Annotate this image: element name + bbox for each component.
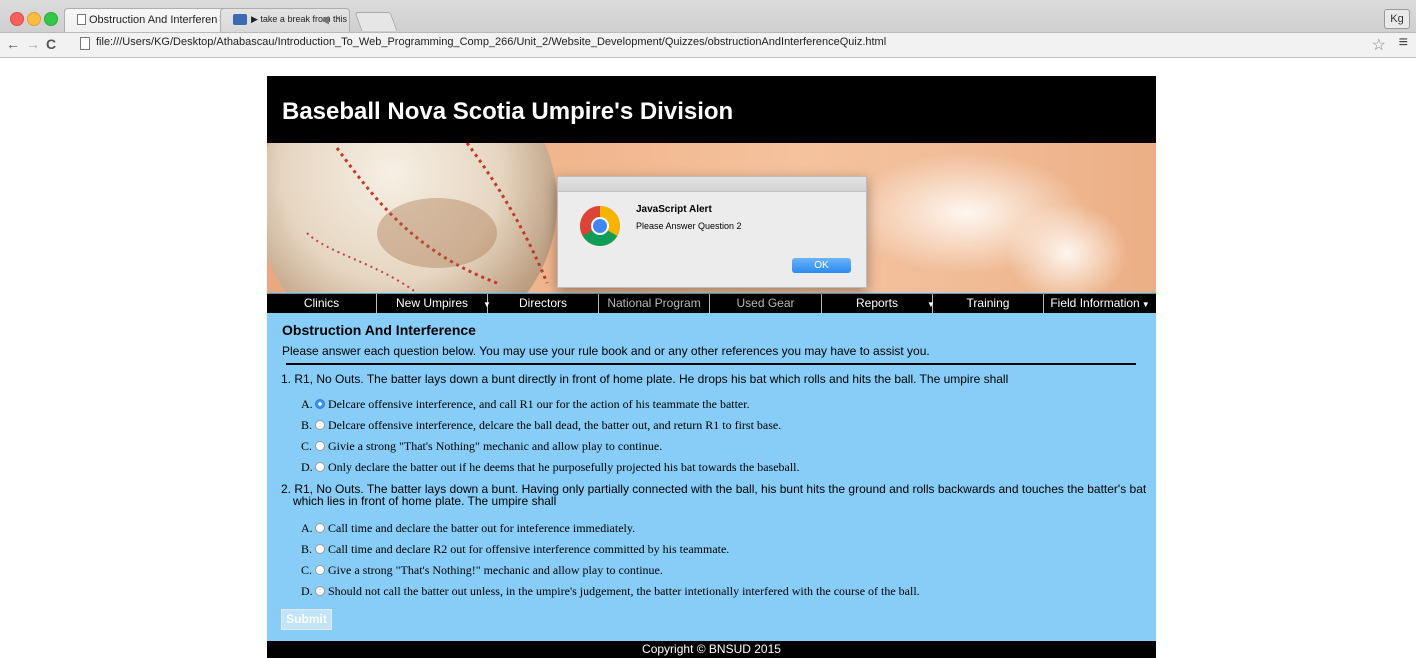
- site-title: Baseball Nova Scotia Umpire's Division: [282, 98, 734, 125]
- nav-new-umpires[interactable]: New Umpires ▼: [377, 294, 491, 313]
- option-letter: A.: [301, 397, 313, 411]
- nav-reports[interactable]: Reports ▼: [822, 294, 935, 313]
- nav-used-gear[interactable]: Used Gear: [710, 294, 822, 313]
- tab-obstruction-quiz[interactable]: Obstruction And Interferen ×: [64, 8, 234, 32]
- question-2-option-d[interactable]: D. Should not call the batter out unless,…: [301, 584, 920, 599]
- page-icon: [80, 37, 90, 50]
- nav-label: Used Gear: [736, 296, 795, 310]
- question-2-option-a[interactable]: A. Call time and declare the batter out f…: [301, 521, 635, 536]
- caret-down-icon: ▼: [1141, 300, 1150, 309]
- question-1-option-c[interactable]: C. Givie a strong "That's Nothing" mechan…: [301, 439, 662, 454]
- nav-national-program[interactable]: National Program: [599, 294, 710, 313]
- video-favicon-icon: [233, 14, 247, 25]
- option-letter: A.: [301, 521, 313, 535]
- ok-button[interactable]: OK: [792, 258, 851, 273]
- question-1-text: 1. R1, No Outs. The batter lays down a b…: [281, 372, 1009, 386]
- bookmark-star-icon[interactable]: ☆: [1372, 35, 1386, 55]
- radio-button[interactable]: [315, 420, 325, 430]
- reload-icon[interactable]: C: [46, 36, 56, 52]
- quiz-content: Obstruction And Interference Please answ…: [267, 313, 1156, 641]
- address-bar[interactable]: file:///Users/KG/Desktop/Athabascau/Intr…: [96, 36, 886, 48]
- option-text: Give a strong "That's Nothing!" mechanic…: [328, 563, 663, 577]
- profile-button[interactable]: Kg: [1384, 9, 1410, 29]
- back-arrow-icon[interactable]: ←: [6, 36, 20, 52]
- javascript-alert-dialog: JavaScript Alert Please Answer Question …: [557, 176, 867, 288]
- menu-icon[interactable]: ≡: [1399, 34, 1408, 52]
- nav-directors[interactable]: Directors: [488, 294, 599, 313]
- option-text: Should not call the batter out unless, i…: [328, 584, 920, 598]
- option-text: Delcare offensive interference, delcare …: [328, 418, 782, 432]
- question-1-option-b[interactable]: B. Delcare offensive interference, delcar…: [301, 418, 781, 433]
- speaker-icon: ◀: [320, 14, 329, 26]
- tab-take-a-break[interactable]: ▶ take a break from this ◀ ×: [220, 8, 350, 32]
- nav-label: Directors: [518, 296, 567, 310]
- nav-label: Training: [966, 296, 1010, 310]
- question-2-text-line-2: which lies in front of home plate. The u…: [293, 494, 557, 508]
- quiz-instructions: Please answer each question below. You m…: [282, 344, 930, 358]
- tab-title: ▶ take a break from this: [251, 14, 347, 24]
- option-letter: D.: [301, 584, 313, 598]
- radio-button[interactable]: [315, 462, 325, 472]
- question-1-option-d[interactable]: D. Only declare the batter out if he deem…: [301, 460, 800, 475]
- option-letter: D.: [301, 460, 313, 474]
- alert-title: JavaScript Alert: [636, 204, 712, 215]
- option-letter: B.: [301, 542, 313, 556]
- nav-label: National Program: [607, 296, 701, 310]
- browser-tab-bar: Obstruction And Interferen × ▶ take a br…: [0, 0, 1416, 33]
- radio-button[interactable]: [315, 523, 325, 533]
- site-container: Baseball Nova Scotia Umpire's Division C…: [267, 76, 1156, 658]
- radio-button[interactable]: [315, 586, 325, 596]
- window-minimize-button[interactable]: [27, 12, 41, 26]
- nav-label: Reports: [855, 296, 899, 310]
- option-text: Call time and declare the batter out for…: [328, 521, 636, 535]
- option-letter: B.: [301, 418, 313, 432]
- radio-button[interactable]: [315, 565, 325, 575]
- radio-button[interactable]: [315, 399, 325, 409]
- divider: [286, 363, 1136, 365]
- option-letter: C.: [301, 563, 313, 577]
- window-close-button[interactable]: [10, 12, 24, 26]
- radio-button[interactable]: [315, 544, 325, 554]
- question-1-option-a[interactable]: A. Delcare offensive interference, and ca…: [301, 397, 750, 412]
- site-header: Baseball Nova Scotia Umpire's Division: [267, 76, 1156, 143]
- option-text: Delcare offensive interference, and call…: [328, 397, 750, 411]
- question-2-option-c[interactable]: C. Give a strong "That's Nothing!" mechan…: [301, 563, 663, 578]
- quiz-title: Obstruction And Interference: [282, 322, 476, 338]
- alert-message: Please Answer Question 2: [636, 221, 742, 231]
- dialog-titlebar: [558, 177, 866, 192]
- tab-title: Obstruction And Interferen: [89, 14, 218, 26]
- tab-close-icon[interactable]: ×: [335, 13, 341, 25]
- chrome-logo-icon: [580, 206, 620, 246]
- window-maximize-button[interactable]: [44, 12, 58, 26]
- nav-field-information[interactable]: Field Information ▼: [1044, 294, 1156, 313]
- radio-button[interactable]: [315, 441, 325, 451]
- option-letter: C.: [301, 439, 313, 453]
- new-tab-button[interactable]: [354, 12, 398, 31]
- forward-arrow-icon[interactable]: →: [26, 36, 40, 52]
- option-text: Givie a strong "That's Nothing" mechanic…: [328, 439, 663, 453]
- submit-button[interactable]: Submit: [281, 609, 332, 630]
- option-text: Call time and declare R2 out for offensi…: [328, 542, 730, 556]
- main-nav: Clinics New Umpires ▼ Directors National …: [267, 293, 1156, 313]
- nav-label: New Umpires: [395, 296, 468, 310]
- nav-label: Field Information: [1050, 296, 1140, 310]
- question-2-option-b[interactable]: B. Call time and declare R2 out for offen…: [301, 542, 729, 557]
- option-text: Only declare the batter out if he deems …: [328, 460, 800, 474]
- browser-toolbar: ← → C file:///Users/KG/Desktop/Athabasca…: [0, 33, 1416, 58]
- footer-copyright: Copyright © BNSUD 2015: [267, 641, 1156, 658]
- page-icon: [77, 14, 86, 25]
- nav-training[interactable]: Training: [933, 294, 1044, 313]
- nav-label: Clinics: [303, 296, 340, 310]
- nav-clinics[interactable]: Clinics: [267, 294, 377, 313]
